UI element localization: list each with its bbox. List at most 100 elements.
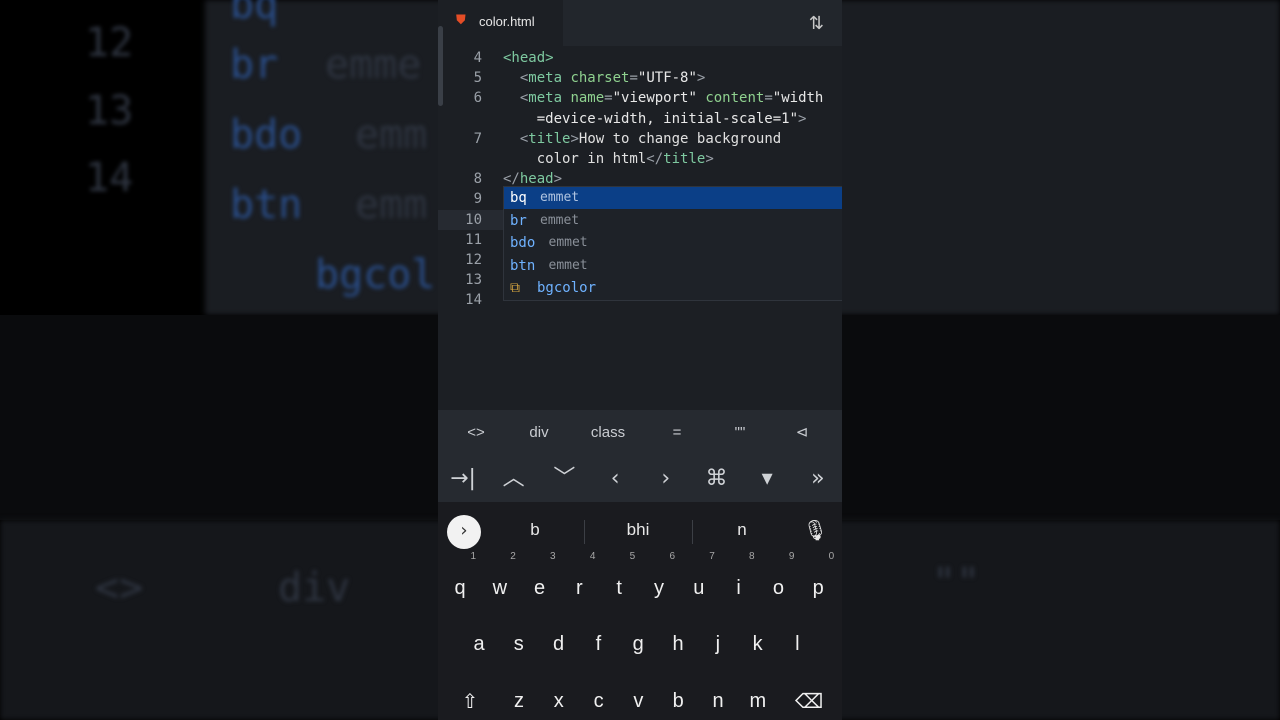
echo-word: br (230, 42, 279, 88)
key-z[interactable]: z (501, 677, 537, 720)
up-arrow-icon[interactable]: ︿ (489, 456, 539, 502)
html5-icon: ⛊ (456, 13, 466, 28)
suggestion-item[interactable]: b (505, 520, 565, 540)
key-c[interactable]: c (581, 677, 617, 720)
autocomplete-label: bq (510, 190, 527, 206)
on-screen-keyboard: › b bhi n 🎙 q1w2e3r4t5y6u7i8o9p0 asdfghjk… (438, 502, 842, 720)
class-key[interactable]: class (578, 410, 638, 456)
echo-line-number: 12 (85, 20, 134, 66)
key-h[interactable]: h (660, 620, 696, 668)
autocomplete-hint: emmet (548, 235, 588, 250)
divider (692, 520, 693, 544)
dropdown-icon[interactable]: ▾ (742, 456, 792, 502)
code-line[interactable]: 6 <meta name="viewport" content="width (438, 88, 842, 108)
key-r[interactable]: r4 (561, 552, 597, 612)
key-i[interactable]: i8 (721, 552, 757, 612)
tab-bar: ⛊ color.html ⇅ (438, 0, 842, 46)
left-arrow-icon[interactable]: ‹ (590, 456, 640, 502)
code-text: color in html</title> (503, 151, 714, 167)
code-line[interactable]: 4 <head> (438, 48, 842, 68)
key-g[interactable]: g (620, 620, 656, 668)
key-k[interactable]: k (740, 620, 776, 668)
expand-arrow-icon[interactable]: › (447, 515, 481, 549)
tab-color-html[interactable]: ⛊ color.html (438, 0, 563, 46)
line-number: 13 (465, 272, 482, 289)
key-x[interactable]: x (541, 677, 577, 720)
line-number: 6 (473, 90, 482, 107)
more-icon[interactable]: » (793, 456, 842, 502)
key-p[interactable]: p0 (800, 552, 836, 612)
echo-word: emm (355, 182, 428, 228)
autocomplete-item[interactable]: btn emmet (504, 255, 842, 277)
code-text: =device-width, initial-scale=1"> (503, 110, 807, 127)
right-arrow-icon[interactable]: › (641, 456, 691, 502)
autocomplete-hint: emmet (540, 212, 580, 228)
sort-icon[interactable]: ⇅ (809, 13, 824, 34)
key-f[interactable]: f (580, 620, 616, 668)
suggestion-item[interactable]: n (712, 520, 772, 540)
autocomplete-label: br (510, 212, 527, 229)
code-line[interactable]: 7 <title>How to change background (438, 129, 842, 149)
key-s[interactable]: s (501, 620, 537, 668)
quotes-key[interactable]: "" (710, 410, 770, 456)
helper-toolbar-bottom: →| ︿ ﹀ ‹ › ⌘ ▾» (438, 456, 842, 502)
autocomplete-hint: emmet (540, 190, 580, 205)
key-l[interactable]: l (779, 620, 815, 668)
code-line[interactable]: 5 <meta charset="UTF-8"> (438, 68, 842, 88)
code-line[interactable]: color in html</title> (438, 149, 842, 169)
key-y[interactable]: y6 (641, 552, 677, 612)
autocomplete-popup: bq emmet br emmet bdo emmet btn emmet ⧉ bgcolor (503, 186, 842, 301)
microphone-icon[interactable]: 🎙 (803, 518, 828, 542)
autocomplete-item[interactable]: br emmet (504, 210, 842, 232)
shift-key-icon[interactable]: ⇧ (448, 677, 492, 720)
autocomplete-item[interactable]: bq emmet (504, 187, 842, 209)
line-number: 8 (473, 171, 482, 188)
divider (584, 520, 585, 544)
key-u[interactable]: u7 (681, 552, 717, 612)
suggestion-item[interactable]: bhi (608, 520, 668, 540)
autocomplete-label: bdo (510, 235, 536, 251)
key-a[interactable]: a (461, 620, 497, 668)
send-icon[interactable]: ⊲ (772, 410, 832, 456)
key-m[interactable]: m (740, 677, 776, 720)
key-t[interactable]: t5 (601, 552, 637, 612)
echo-word: div (278, 565, 351, 611)
code-line[interactable]: =device-width, initial-scale=1"> (438, 109, 842, 129)
echo-word: btn (230, 182, 303, 228)
autocomplete-hint: emmet (548, 257, 588, 273)
line-number: 4 (473, 50, 482, 66)
key-n[interactable]: n (700, 677, 736, 720)
div-key[interactable]: div (509, 410, 569, 456)
line-number: 12 (465, 252, 482, 268)
echo-word: emm (355, 112, 428, 158)
key-j[interactable]: j (700, 620, 736, 668)
echo-line-number: 13 (85, 88, 134, 134)
echo-word: bdo (230, 112, 303, 158)
key-v[interactable]: v (620, 677, 656, 720)
autocomplete-label: bgcolor (537, 280, 597, 296)
tag-key[interactable]: <> (446, 410, 506, 456)
autocomplete-label: btn (510, 257, 536, 274)
tab-label: color.html (479, 14, 535, 29)
tab-key-icon[interactable]: →| (438, 456, 488, 502)
echo-word: bgcol (315, 252, 436, 298)
key-o[interactable]: o9 (760, 552, 796, 612)
key-w[interactable]: w2 (482, 552, 518, 612)
line-number: 7 (473, 130, 482, 147)
scrollbar[interactable] (438, 26, 443, 106)
code-text: <meta name="viewport" content="width (503, 90, 824, 107)
autocomplete-item[interactable]: bdo emmet (504, 232, 842, 254)
line-number: 5 (473, 70, 482, 87)
autocomplete-item[interactable]: ⧉ bgcolor (504, 277, 842, 299)
key-b[interactable]: b (660, 677, 696, 720)
key-e[interactable]: e3 (522, 552, 558, 612)
suggestion-strip: › b bhi n 🎙 (438, 502, 842, 560)
phone-screen: ⛊ color.html ⇅ 4 <head> 5 <meta charset="U… (438, 0, 842, 720)
key-d[interactable]: d (541, 620, 577, 668)
code-text: <title>How to change background (503, 130, 782, 147)
key-q[interactable]: q1 (442, 552, 478, 612)
equals-key[interactable]: = (647, 410, 707, 456)
down-arrow-icon[interactable]: ﹀ (539, 456, 589, 502)
backspace-key-icon[interactable]: ⌫ (787, 677, 831, 720)
command-icon[interactable]: ⌘ (692, 456, 742, 502)
